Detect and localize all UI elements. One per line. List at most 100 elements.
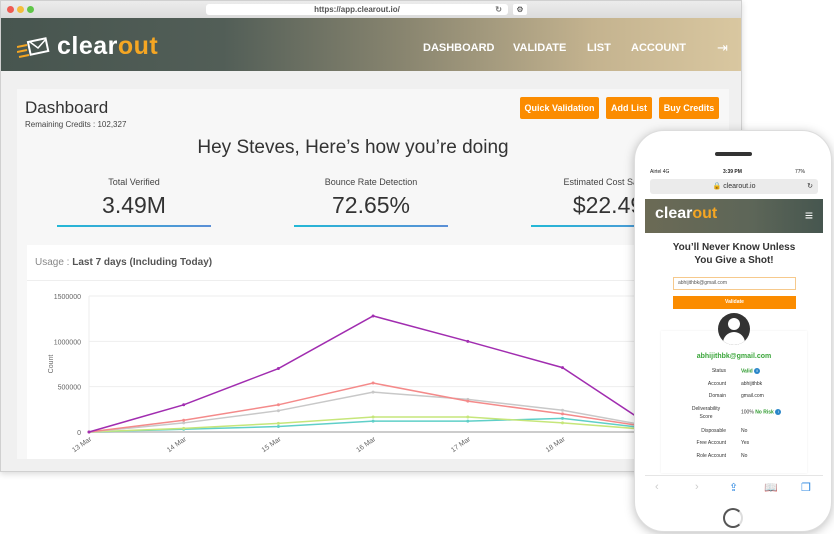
row-value: 100% [741,409,754,416]
stat-underline [57,225,211,227]
row-value: abhijithbk [741,381,763,387]
x-tick-label: 17 Mar [450,436,472,455]
data-point-gray [182,421,186,425]
data-point-teal [276,425,280,429]
nav-dashboard[interactable]: DASHBOARD [423,42,495,54]
phone-speaker [715,152,752,156]
row-label: Status [711,368,726,374]
carrier-text: Airtel 4G [650,169,670,175]
result-panel: abhijithbk@gmail.com Status Valid i Accou… [661,331,807,473]
stat-value: 72.65% [331,192,410,218]
usage-chart-panel: Usage : Last 7 days (Including Today) 05… [27,245,667,459]
data-point-green [182,426,186,430]
minimize-window-button[interactable] [17,6,24,13]
logo-text-out: out [117,32,159,60]
data-point-purple [561,366,564,370]
row-label: Domain [708,393,726,399]
data-point-purple [276,367,280,371]
address-bar[interactable]: https://app.clearout.io/ ↻ [206,4,508,15]
info-icon[interactable]: i [775,409,782,415]
nav-list[interactable]: LIST [587,42,611,54]
app-header: clearout DASHBOARD VALIDATE LIST ACCOUNT… [1,18,741,71]
mobile-header: clearout ≡ [645,199,823,233]
row-label: Role Account [696,453,726,459]
tabs-icon[interactable]: ❐ [801,481,811,494]
data-point-teal [466,419,470,423]
home-button[interactable] [723,508,743,528]
extension-icon[interactable]: ⚙ [513,4,527,15]
phone-mockup: Airtel 4G 3:39 PM 77% 🔒 clearout.io ↻ cle… [634,130,832,532]
usage-line-chart: 0 500000 1000000 1500000 Count 13 Mar 14 Mar 15… [48,294,667,455]
x-tick-label: 13 Mar [71,436,93,455]
row-label: Disposable [701,428,726,434]
browser-window: https://app.clearout.io/↻ ⚙ clearout DAS… [0,0,742,472]
stat-label: Bounce Rate Detection [324,177,418,187]
data-point-green [466,415,470,419]
greeting-heading: Hey Steves, Here’s how you’re doing [197,137,509,158]
nav-account[interactable]: ACCOUNT [631,42,686,54]
quick-validation-button[interactable]: Quick Validation [520,97,599,119]
share-icon[interactable]: ⇪ [729,481,738,494]
validate-button[interactable]: Validate [673,296,796,309]
x-tick-label: 16 Mar [355,436,377,455]
close-window-button[interactable] [7,6,14,13]
avatar [718,313,750,345]
mobile-heading: You’ll Never Know Unless You Give a Shot! [645,241,823,267]
back-icon[interactable]: ‹ [655,481,659,493]
data-point-red [561,412,564,416]
forward-icon[interactable]: › [695,481,699,493]
data-point-purple [182,403,186,407]
stat-value: 3.49M [102,192,166,218]
bookmarks-icon[interactable]: 📖 [764,481,778,494]
email-input[interactable]: abhijithbk@gmail.com [673,277,796,290]
stat-total-verified: Total Verified 3.49M [57,177,211,227]
browser-titlebar: https://app.clearout.io/ ↻ ⚙ [1,1,741,18]
battery-text: 77% [795,169,806,175]
stat-bounce-rate: Bounce Rate Detection 72.65% [294,177,448,227]
x-tick-label: 15 Mar [261,436,283,455]
logo-text-out: out [692,205,718,222]
row-value: No [741,428,748,434]
data-point-red [182,418,186,422]
logo-text-clear: clear [655,205,693,222]
add-list-button[interactable]: Add List [606,97,652,119]
row-label: Account [707,381,726,387]
logout-icon[interactable]: ⇥ [717,40,728,56]
data-point-green [561,421,564,425]
data-point-gray [561,408,564,412]
reload-icon[interactable]: ↻ [807,179,813,194]
result-email: abhijithbk@gmail.com [696,353,772,360]
mobile-address-bar[interactable]: 🔒 clearout.io ↻ [650,179,818,194]
data-point-purple [87,430,91,434]
reload-icon[interactable]: ↻ [495,4,502,15]
row-label: Deliverability Score [691,406,721,420]
data-point-green [276,421,280,425]
x-tick-label: 14 Mar [166,436,188,455]
data-point-gray [371,390,375,394]
stat-label: Total Verified [108,177,160,187]
dashboard-card: Dashboard Remaining Credits : 102,327 Qu… [17,89,729,459]
remaining-credits: Remaining Credits : 102,327 [25,120,127,129]
mobile-logo[interactable]: clearout [655,205,717,223]
y-axis-label: Count [48,355,55,374]
data-point-red [371,381,375,385]
hamburger-menu-icon[interactable]: ≡ [805,207,813,223]
y-tick-label: 1500000 [54,294,81,301]
nav-validate[interactable]: VALIDATE [513,42,566,54]
data-point-red [466,399,470,403]
heading-line-2: You Give a Shot! [694,255,774,266]
stat-underline [294,225,448,227]
data-point-teal [371,419,375,423]
envelope-logo-icon [17,36,50,58]
y-tick-label: 0 [77,430,81,437]
info-icon[interactable]: i [754,368,761,374]
url-text: https://app.clearout.io/ [314,5,400,14]
phone-screen: Airtel 4G 3:39 PM 77% 🔒 clearout.io ↻ cle… [645,165,823,499]
clearout-logo[interactable]: clearout [17,32,158,61]
mobile-url: clearout.io [723,183,756,190]
maximize-window-button[interactable] [27,6,34,13]
buy-credits-button[interactable]: Buy Credits [659,97,719,119]
row-value: No [741,453,748,459]
lock-icon: 🔒 [712,183,722,190]
row-value: Yes [741,440,750,446]
